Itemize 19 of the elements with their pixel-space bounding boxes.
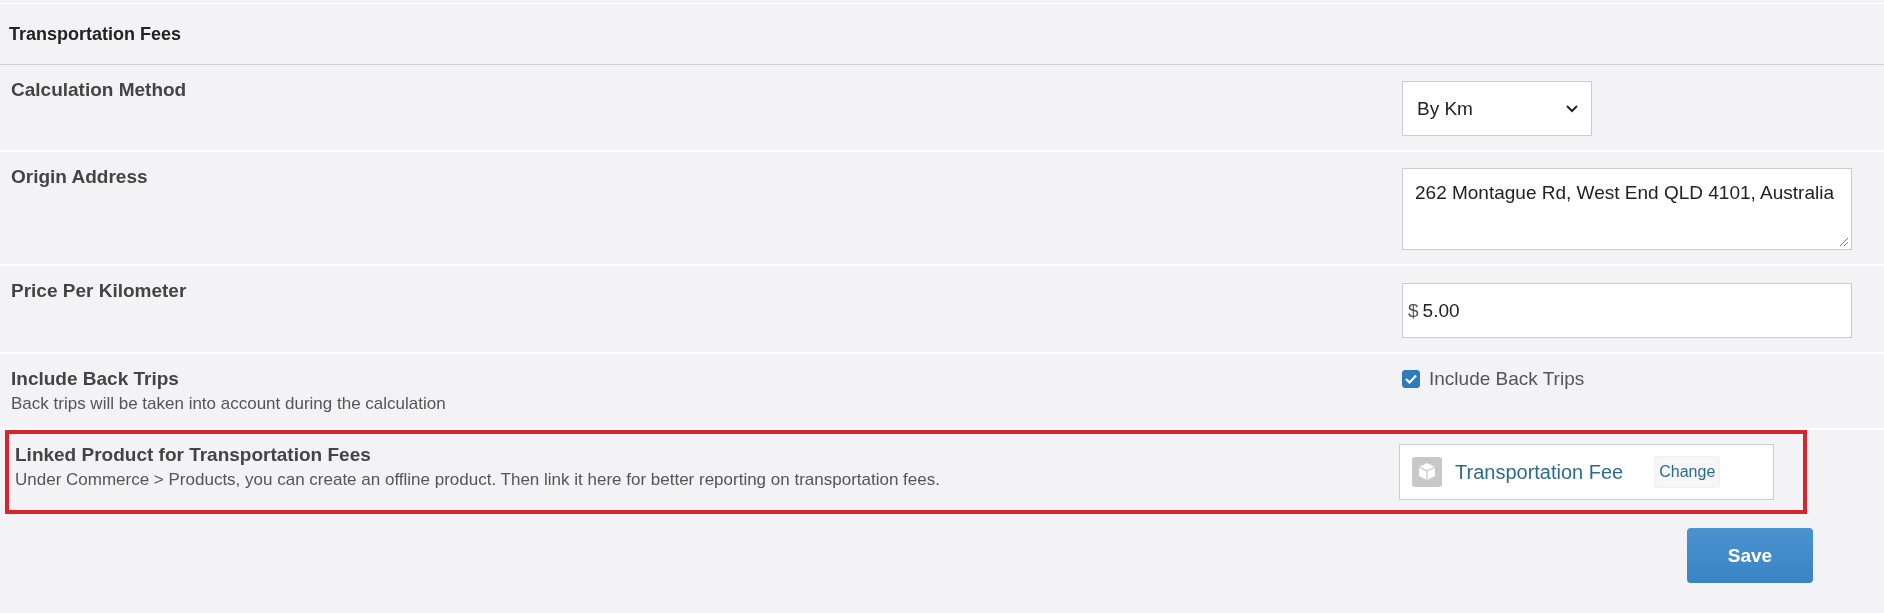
field-label: Calculation Method bbox=[11, 79, 188, 101]
field-label: Include Back Trips bbox=[11, 368, 180, 390]
field-label: Price Per Kilometer bbox=[11, 280, 188, 302]
save-button[interactable]: Save bbox=[1687, 528, 1813, 583]
address-field[interactable]: 262 Montague Rd, West End QLD 4101, Australia bbox=[1402, 168, 1852, 250]
chevron-down-icon bbox=[1565, 104, 1579, 113]
price-field[interactable]: $ 5.00 bbox=[1402, 283, 1852, 338]
checkbox[interactable] bbox=[1402, 370, 1420, 388]
method-select[interactable]: By Km bbox=[1402, 81, 1592, 136]
field-description: Under Commerce > Products, you can create an offline product. Then link it here for better reporting on transportation fees. bbox=[15, 470, 941, 490]
checkbox-label: Include Back Trips bbox=[1429, 368, 1585, 390]
change-button[interactable]: Change bbox=[1654, 456, 1721, 488]
product-link[interactable]: Transportation Fee bbox=[1455, 460, 1624, 484]
field-label: Linked Product for Transportation Fees bbox=[15, 444, 372, 466]
section-title: Transportation Fees bbox=[9, 23, 182, 45]
field-label: Origin Address bbox=[11, 166, 149, 188]
resize-grip-icon bbox=[1837, 235, 1849, 247]
box-icon bbox=[1412, 457, 1442, 487]
field-description: Back trips will be taken into account during the calculation bbox=[11, 394, 447, 414]
